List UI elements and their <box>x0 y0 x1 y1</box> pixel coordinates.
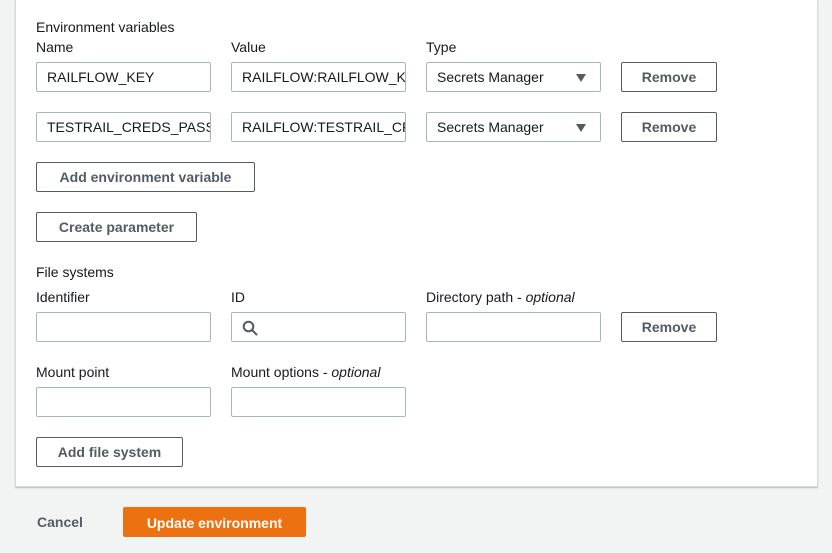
remove-env-button[interactable]: Remove <box>621 62 717 92</box>
env-section-title: Environment variables <box>36 19 175 35</box>
env-type-selected: Secrets Manager <box>437 69 544 85</box>
env-name-input[interactable]: TESTRAIL_CREDS_PASS <box>36 112 211 142</box>
fs-section-title: File systems <box>36 264 114 280</box>
env-col-name: Name <box>36 39 74 55</box>
env-type-select[interactable]: Secrets Manager <box>426 62 601 92</box>
fs-directory-label: Directory path - optional <box>426 289 575 305</box>
env-type-select[interactable]: Secrets Manager <box>426 112 601 142</box>
add-environment-variable-button[interactable]: Add environment variable <box>36 162 255 192</box>
add-file-system-button[interactable]: Add file system <box>36 437 183 467</box>
env-value-input[interactable]: RAILFLOW:TESTRAIL_CF <box>231 112 406 142</box>
env-type-selected: Secrets Manager <box>437 119 544 135</box>
fs-identifier-input[interactable] <box>36 312 211 342</box>
update-environment-button[interactable]: Update environment <box>123 507 306 537</box>
optional-hint: optional <box>331 364 381 380</box>
remove-env-button[interactable]: Remove <box>621 112 717 142</box>
fs-id-label: ID <box>231 289 245 305</box>
fs-directory-input[interactable] <box>426 312 601 342</box>
fs-mount-options-input[interactable] <box>231 387 406 417</box>
env-name-input[interactable]: RAILFLOW_KEY <box>36 62 211 92</box>
fs-mount-options-label: Mount options - optional <box>231 364 381 380</box>
optional-hint: optional <box>525 289 575 305</box>
cancel-button[interactable]: Cancel <box>37 513 83 531</box>
fs-mount-point-label: Mount point <box>36 364 110 380</box>
fs-mount-point-input[interactable] <box>36 387 211 417</box>
env-col-value: Value <box>231 39 266 55</box>
fs-identifier-label: Identifier <box>36 289 90 305</box>
fs-id-input[interactable] <box>231 312 406 342</box>
env-value-input[interactable]: RAILFLOW:RAILFLOW_K <box>231 62 406 92</box>
env-col-type: Type <box>426 39 457 55</box>
remove-file-system-button[interactable]: Remove <box>621 312 717 342</box>
create-parameter-button[interactable]: Create parameter <box>36 212 197 242</box>
caret-down-icon <box>576 124 586 132</box>
caret-down-icon <box>576 74 586 82</box>
search-icon <box>242 320 258 336</box>
